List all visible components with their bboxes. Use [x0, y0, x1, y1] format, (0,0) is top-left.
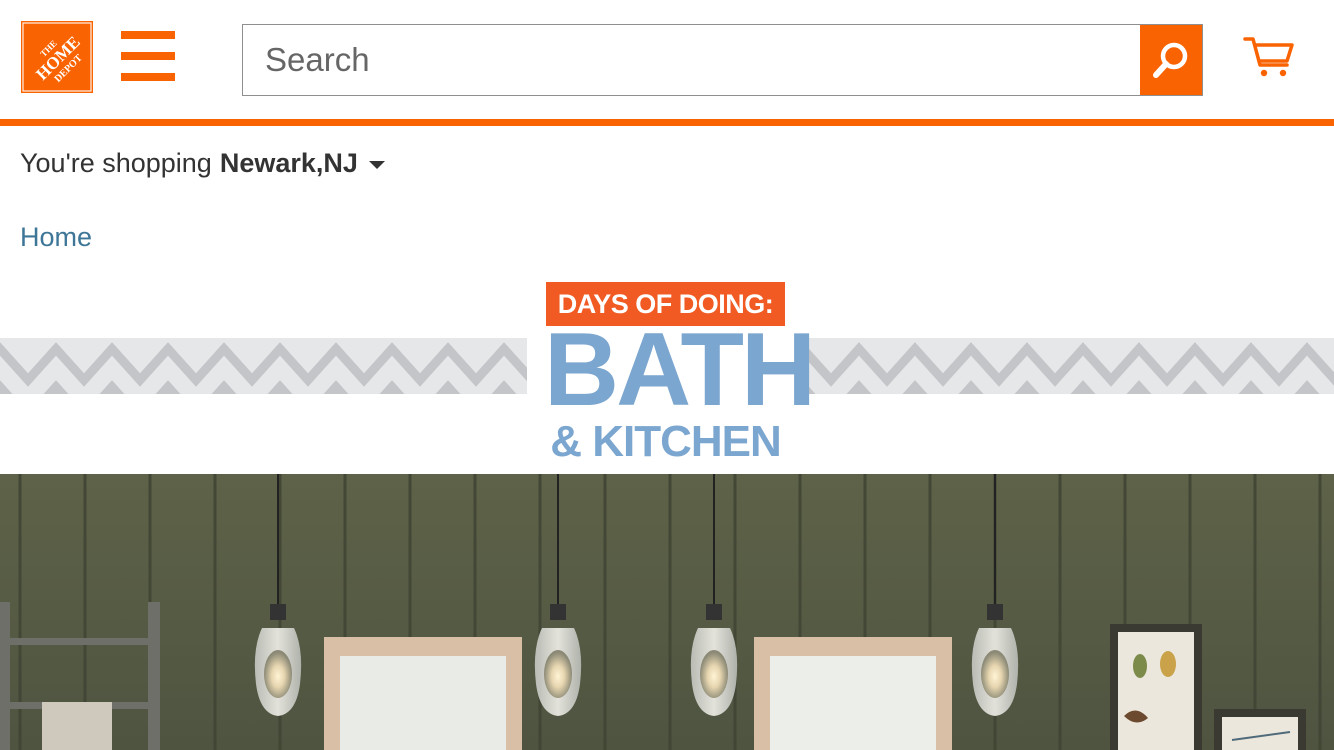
promo-logo[interactable]: DAYS OF DOING: BATH & KITCHEN	[527, 280, 816, 466]
store-selector: You're shopping Newark,NJ	[20, 148, 385, 179]
chevron-down-icon[interactable]	[368, 160, 385, 169]
search-input[interactable]	[243, 25, 1141, 95]
search-bar	[242, 24, 1203, 96]
home-depot-logo[interactable]: THE HOME DEPOT	[21, 21, 93, 93]
site-header: THE HOME DEPOT	[0, 0, 1334, 119]
chevron-pattern-right	[803, 338, 1334, 394]
hamburger-menu-icon[interactable]	[121, 31, 175, 81]
breadcrumb-home[interactable]: Home	[20, 222, 92, 253]
store-name-link[interactable]: Newark,NJ	[220, 148, 358, 179]
shopping-cart-icon[interactable]	[1243, 34, 1295, 78]
chevron-pattern-left	[0, 338, 527, 394]
logo-mark-icon: THE HOME DEPOT	[21, 21, 93, 93]
header-divider	[0, 119, 1334, 126]
promo-subtitle: & KITCHEN	[550, 417, 782, 466]
search-button[interactable]	[1140, 25, 1202, 95]
store-prefix-text: You're shopping	[20, 148, 212, 178]
promo-title: BATH	[544, 312, 816, 428]
hero-image[interactable]	[0, 474, 1334, 750]
magnifier-icon	[1153, 42, 1188, 78]
